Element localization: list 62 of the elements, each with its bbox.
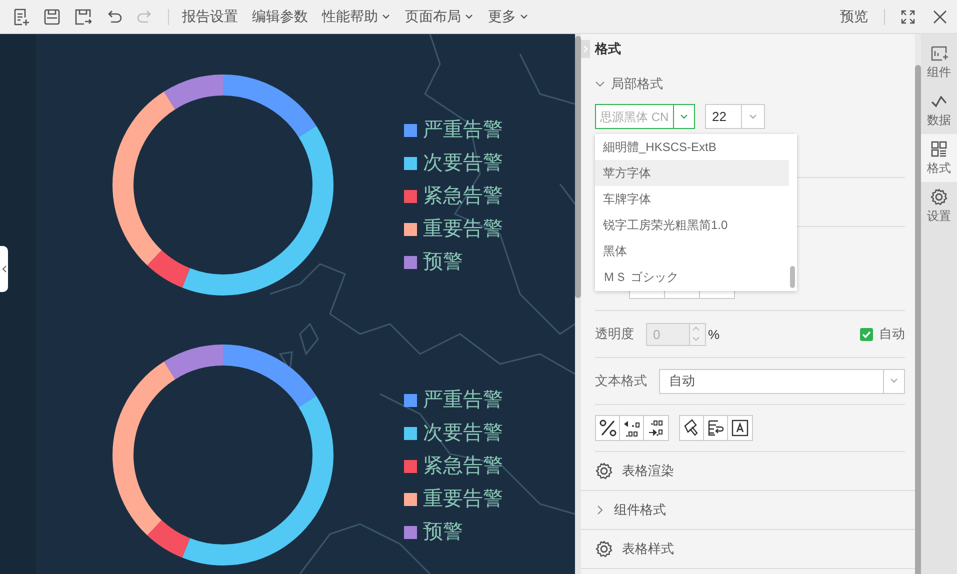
component-add-icon: [930, 44, 948, 62]
chevron-down-icon: [679, 112, 689, 122]
check-icon: [861, 328, 872, 340]
side-tab[interactable]: 格式: [921, 134, 957, 182]
legend-label: 重要告警: [423, 487, 503, 511]
font-input[interactable]: 思源黑体 CN: [595, 104, 673, 129]
legend-label: 严重告警: [423, 118, 503, 142]
section-header[interactable]: 表格样式: [581, 530, 915, 569]
chevron-right-icon: [583, 45, 588, 53]
field-label: 文本格式: [595, 372, 647, 390]
increase-decimal-icon: [622, 418, 642, 438]
panel-title: 格式: [595, 40, 621, 58]
checkbox-label: 自动: [879, 325, 905, 343]
menu-item[interactable]: 更多: [488, 8, 529, 26]
legend-label: 严重告警: [423, 388, 503, 412]
font-option[interactable]: 細明體_HKSCS-ExtB: [595, 134, 789, 160]
font-option[interactable]: 锐字工房荣光粗黑简1.0: [595, 212, 789, 238]
percent-icon: [598, 418, 618, 438]
side-tab[interactable]: 数据: [921, 86, 957, 134]
text-format-input[interactable]: 自动: [659, 368, 883, 394]
wrap-text-icon: [706, 418, 726, 438]
panel-toggle[interactable]: [581, 40, 590, 58]
font-option[interactable]: 苹方字体: [595, 160, 789, 186]
section-header[interactable]: 表格渲染: [581, 452, 915, 491]
chevron-down-icon: [748, 112, 758, 122]
save-icon[interactable]: [43, 8, 61, 26]
legend-label: 紧急告警: [423, 184, 503, 208]
legend-label: 重要告警: [423, 217, 503, 241]
size-input[interactable]: 22: [705, 104, 741, 129]
menu-item[interactable]: 页面布局: [405, 8, 474, 26]
legend-label: 预警: [423, 520, 463, 544]
legend-label: 预警: [423, 250, 463, 274]
fullscreen-icon[interactable]: [901, 10, 915, 24]
settings-icon: [595, 540, 613, 558]
settings-icon: [595, 462, 613, 480]
collapse-handle[interactable]: [0, 246, 8, 292]
menu-item[interactable]: 报告设置: [182, 8, 238, 26]
menu-item[interactable]: 性能帮助: [322, 8, 391, 26]
font-option[interactable]: ＭＳ ゴシック: [595, 264, 789, 290]
unit-label: %: [708, 326, 720, 342]
close-icon[interactable]: [933, 10, 947, 24]
font-option[interactable]: 黑体: [595, 238, 789, 264]
fit-text-icon: [730, 418, 750, 438]
section-header[interactable]: 局部格式: [581, 64, 915, 104]
grid-icon: [930, 140, 948, 158]
font-option[interactable]: 车牌字体: [595, 186, 789, 212]
legend-label: 次要告警: [423, 151, 503, 175]
legend-label: 次要告警: [423, 421, 503, 445]
chevron-left-icon: [2, 265, 6, 273]
dropdown-button[interactable]: [673, 104, 695, 129]
document-plus-icon[interactable]: [12, 8, 30, 26]
legend-label: 紧急告警: [423, 454, 503, 478]
save-as-icon[interactable]: [74, 8, 92, 26]
menu-item[interactable]: 编辑参数: [252, 8, 308, 26]
settings-icon: [930, 188, 948, 206]
scrollbar-thumb[interactable]: [575, 36, 581, 298]
side-tab[interactable]: 设置: [921, 182, 957, 230]
scrollbar-thumb[interactable]: [790, 266, 795, 288]
side-tab[interactable]: 组件: [921, 38, 957, 86]
scrollbar-thumb[interactable]: [915, 65, 921, 574]
field-label: 透明度: [595, 325, 634, 343]
preview-button[interactable]: 预览: [840, 8, 868, 26]
